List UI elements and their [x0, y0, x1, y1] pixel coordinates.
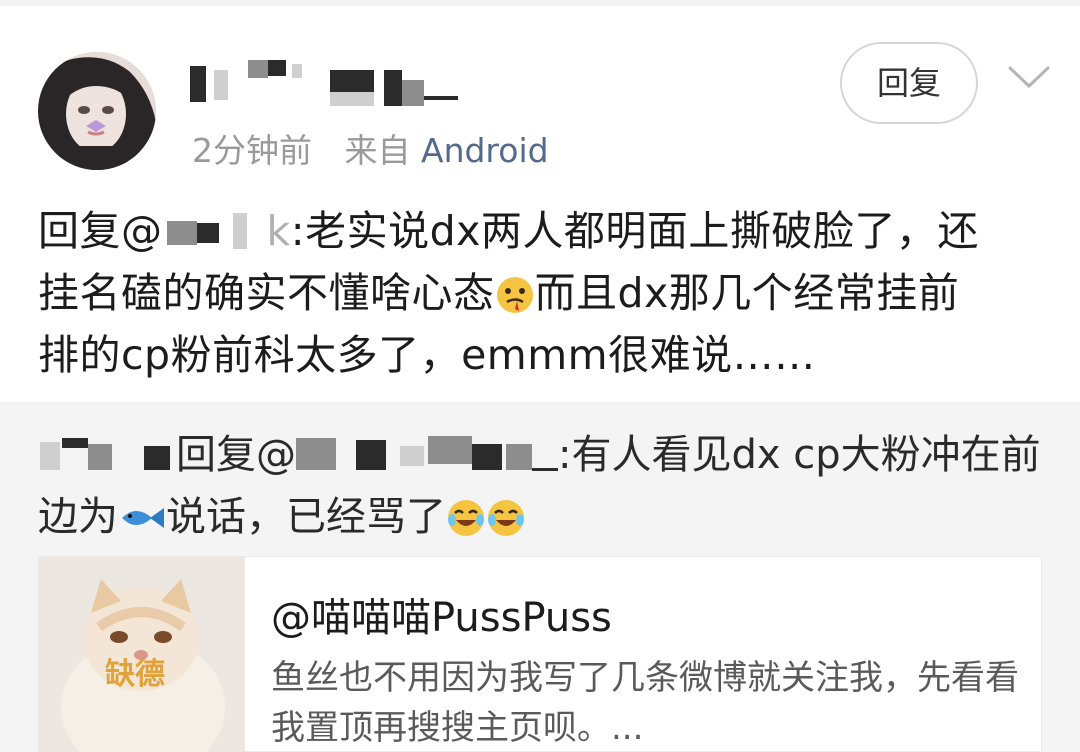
card-thumb-label: 缺德	[105, 657, 165, 692]
censor-block	[402, 80, 424, 106]
reply-button[interactable]: 回复	[840, 42, 978, 124]
laughing-crying-emoji	[488, 500, 524, 536]
comment-line-1-text: :老实说dx两人都明面上撕破脸了，还	[290, 207, 979, 255]
censor-block	[248, 60, 268, 78]
censor-block	[424, 96, 458, 100]
censor-block	[190, 66, 206, 102]
comment-text: 回复@ k:老实说dx两人都明面上撕破脸了，还 挂名磕的确实不懂啥心态 而且dx…	[38, 200, 1048, 386]
nested-reply-text: 回复@ :有人看见dx cp大粉冲在前 边为 说话，已经骂了	[38, 424, 1048, 548]
nested-target-censored[interactable]	[296, 434, 558, 474]
nested-reply-word: 回复	[176, 432, 256, 478]
card-description: 鱼丝也不用因为我写了几条微博就关注我，先看看我置顶再搜搜主页呗。...	[271, 658, 1019, 748]
nested-author-censored[interactable]	[38, 434, 176, 474]
post-time: 2分钟前	[192, 131, 312, 170]
card-title: @喵喵喵PussPuss	[271, 595, 612, 641]
avatar[interactable]	[38, 52, 156, 170]
censor-block	[330, 92, 374, 106]
comment-line-3: 排的cp粉前科太多了，emmm很难说……	[38, 331, 816, 379]
laughing-crying-emoji	[448, 500, 484, 536]
fish-emoji	[122, 508, 164, 528]
post-meta: 2分钟前 来自 Android	[192, 124, 549, 172]
bleeding-face-emoji	[496, 277, 533, 313]
mention-tail: k	[266, 207, 291, 255]
censor-block	[214, 70, 228, 100]
comment-line-1: 回复@ k:老实说dx两人都明面上撕破脸了，还	[38, 200, 1048, 262]
mention-censored[interactable]	[163, 211, 267, 251]
card-thumbnail: 缺德	[39, 557, 245, 752]
username-censored[interactable]	[188, 60, 478, 110]
chevron-down-icon[interactable]	[1006, 62, 1052, 92]
censor-block	[268, 60, 286, 76]
nested-line-1: 回复@ :有人看见dx cp大粉冲在前	[38, 424, 1048, 486]
censor-block	[292, 64, 302, 78]
censor-block	[330, 70, 374, 92]
shared-post-card[interactable]: 缺德 @喵喵喵PussPuss 鱼丝也不用因为我写了几条微博就关注我，先看看我置…	[38, 556, 1042, 752]
top-divider	[0, 0, 1080, 6]
nested-line-2: 边为 说话，已经骂了	[38, 486, 1048, 548]
post-source[interactable]: Android	[421, 131, 549, 170]
censor-block	[384, 70, 402, 106]
reply-prefix[interactable]: 回复@	[38, 207, 163, 255]
comment-line-2: 挂名磕的确实不懂啥心态 而且dx那几个经常挂前	[38, 269, 960, 317]
from-label: 来自	[344, 131, 411, 170]
